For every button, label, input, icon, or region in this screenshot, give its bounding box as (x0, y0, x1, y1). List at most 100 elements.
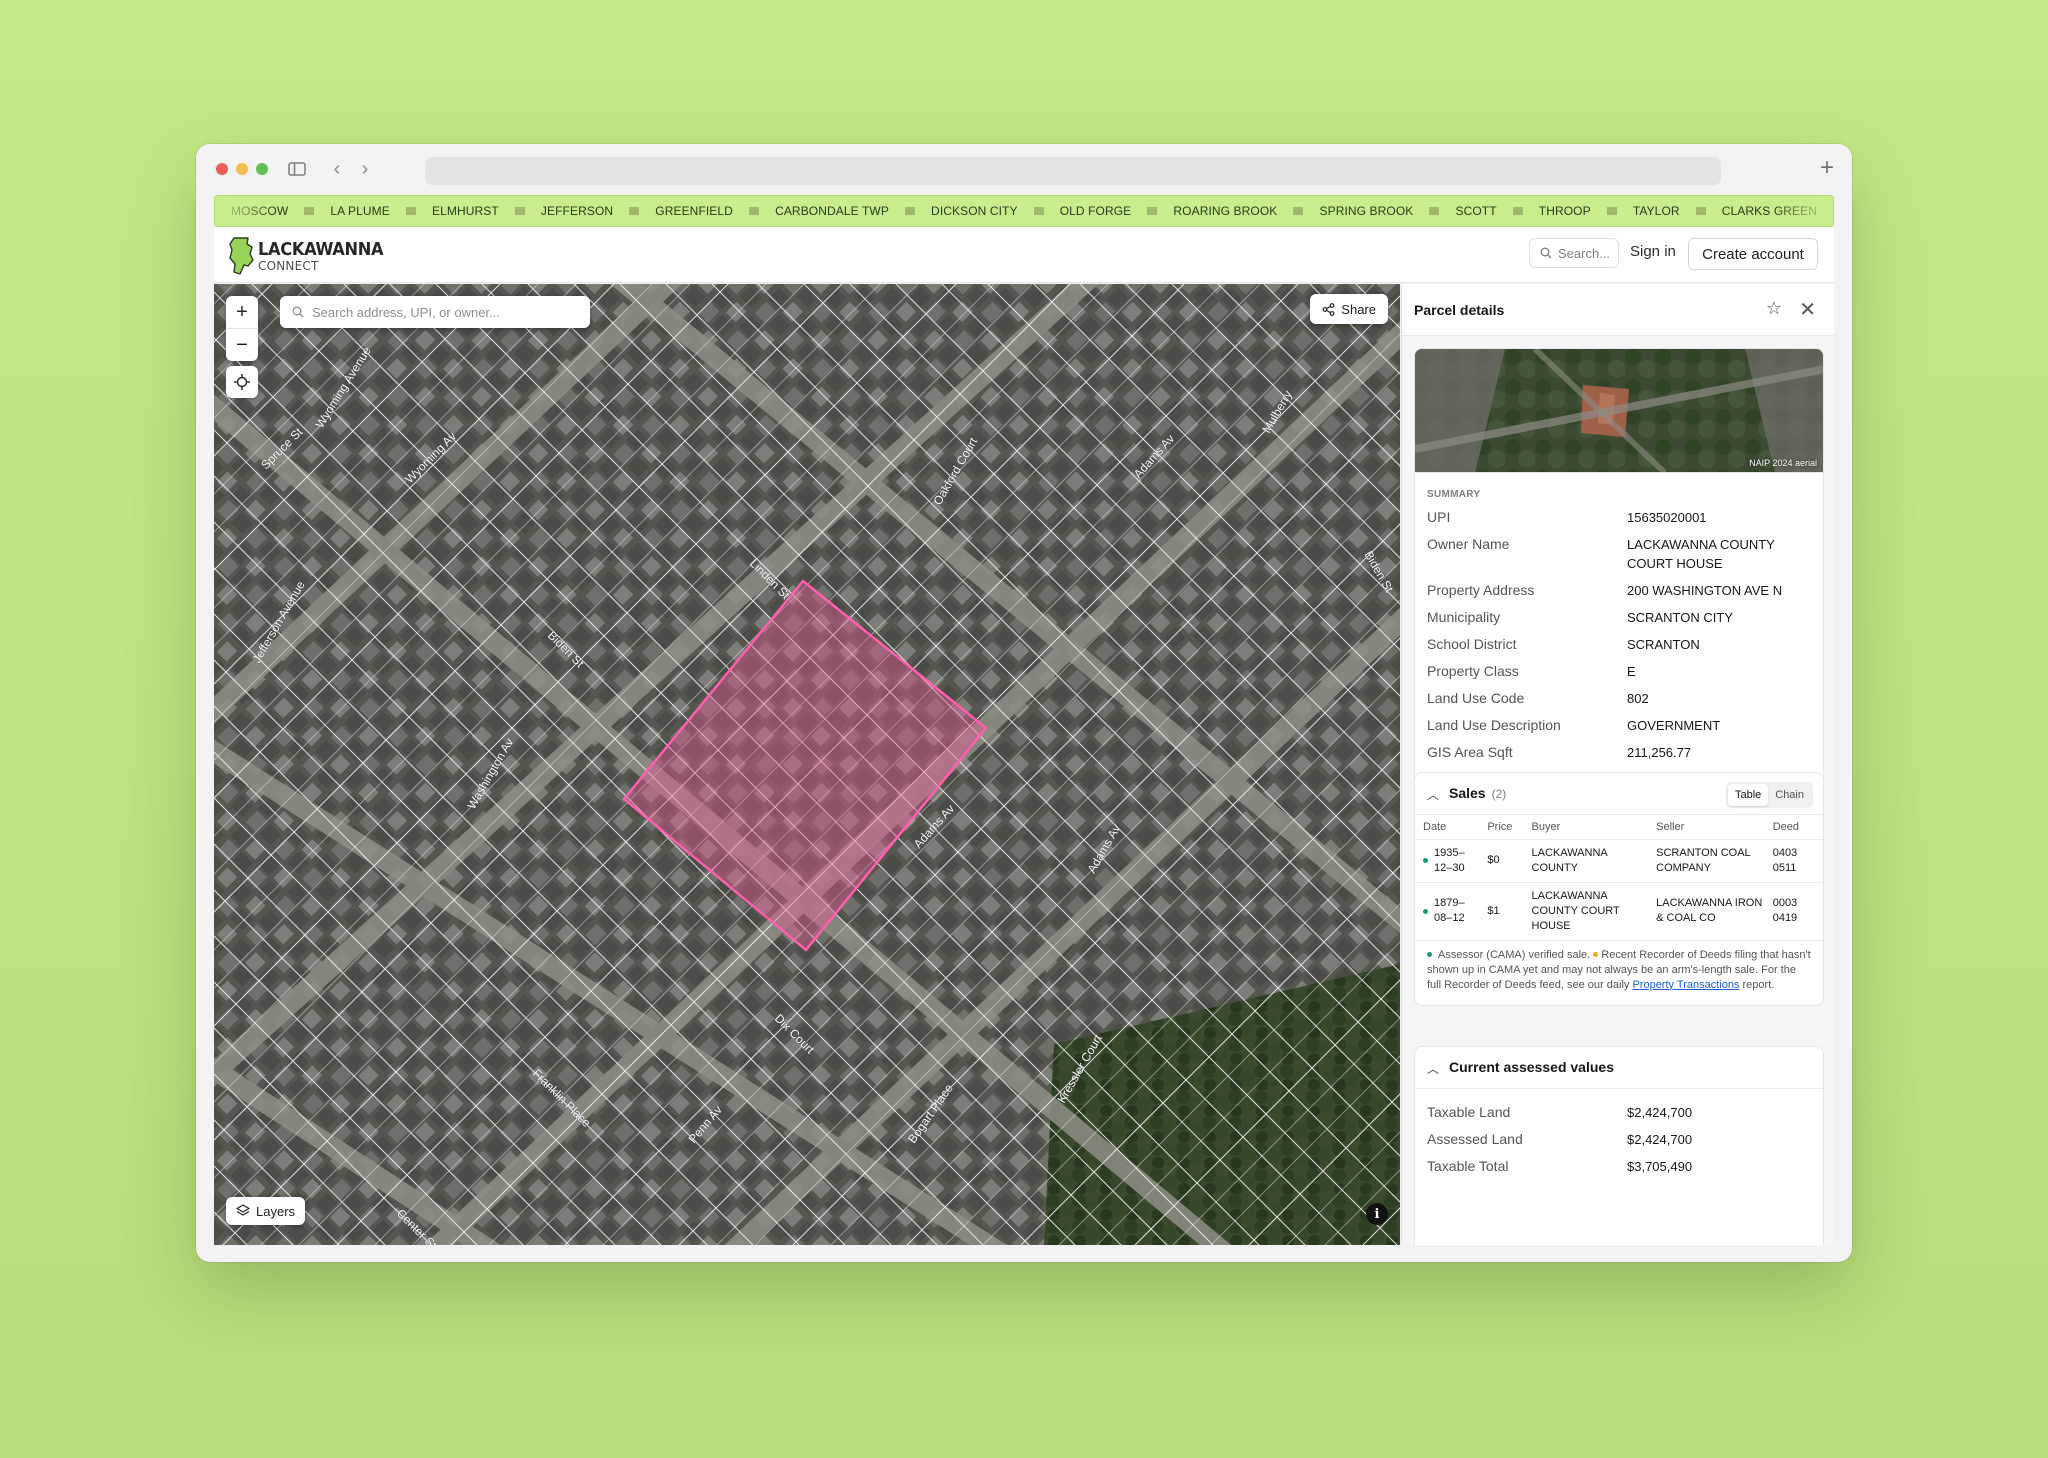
browser-window: ‹ › + MOSCOWLA PLUMEELMHURSTJEFFERSONGRE… (196, 144, 1852, 1262)
summary-row: Land Use Description GOVERNMENT (1415, 716, 1823, 735)
summary-key: School District (1427, 636, 1517, 652)
summary-value: 15635020001 (1627, 510, 1707, 525)
map-search-input[interactable]: Search address, UPI, or owner... (280, 296, 590, 328)
assessed-row: Taxable Total $3,705,490 (1415, 1157, 1823, 1176)
sales-cell-buyer: LACKAWANNA COUNTY (1527, 839, 1653, 883)
summary-row: School District SCRANTON (1415, 635, 1823, 654)
summary-value: SCRANTON (1627, 637, 1700, 652)
logo[interactable]: LACKAWANNA CONNECT (228, 236, 384, 276)
sign-in-link[interactable]: Sign in (1630, 243, 1676, 260)
tab-chain[interactable]: Chain (1768, 784, 1811, 806)
parcel-map[interactable]: Spruce St Wyoming Av Linden St Adams Av Bide… (214, 284, 1400, 1245)
panel-header: Parcel details ☆ ✕ (1402, 284, 1834, 336)
summary-key: Property Address (1427, 582, 1535, 598)
municipality-ticker: MOSCOWLA PLUMEELMHURSTJEFFERSONGREENFIEL… (214, 195, 1834, 227)
sales-row[interactable]: 1935–12–30 $0 LACKAWANNA COUNTY SCRANTON CO… (1415, 839, 1823, 883)
ticker-town[interactable]: JEFFERSON (525, 204, 629, 218)
summary-key: Property Class (1427, 663, 1519, 679)
sales-column-header: Price (1483, 815, 1528, 840)
layers-button[interactable]: Layers (226, 1197, 306, 1225)
crosshair-icon (234, 374, 250, 390)
new-tab-icon[interactable]: + (1814, 155, 1840, 181)
ticker-town[interactable]: TAYLOR (1617, 204, 1696, 218)
cama-verified-dot (1423, 908, 1428, 914)
summary-value: E (1627, 664, 1636, 679)
assessed-header[interactable]: ︿ Current assessed values (1415, 1047, 1823, 1089)
chevron-up-icon[interactable]: ︿ (1427, 1060, 1439, 1077)
tab-table[interactable]: Table (1727, 784, 1769, 806)
assessed-key: Assessed Land (1427, 1131, 1523, 1147)
address-bar[interactable] (425, 157, 1721, 185)
ticker-town[interactable]: CARBONDALE TWP (759, 204, 905, 218)
summary-row: Owner Name LACKAWANNA COUNTY COURT HOUSE (1415, 535, 1823, 573)
ticker-town[interactable]: ELMHURST (416, 204, 515, 218)
layers-icon (236, 1204, 250, 1216)
ticker-town[interactable]: OLD FORGE (1044, 204, 1148, 218)
header-search[interactable]: Search... (1529, 238, 1619, 268)
chevron-up-icon[interactable]: ︿ (1427, 786, 1439, 803)
share-button[interactable]: Share (1310, 294, 1388, 324)
sales-cell-date: 1879–08–12 (1415, 882, 1484, 941)
sales-card: ︿ Sales (2) Table Chain Date Price Buyer Sel… (1414, 772, 1824, 1006)
ticker-separator (1512, 207, 1523, 215)
sales-row[interactable]: 1879–08–12 $1 LACKAWANNA COUNTY COURT HOUS… (1415, 882, 1823, 941)
ticker-fade (215, 196, 275, 226)
locate-button[interactable] (226, 366, 258, 398)
ticker-separator (1293, 207, 1304, 215)
close-icon[interactable]: ✕ (1799, 297, 1816, 322)
summary-value: 200 WASHINGTON AVE N (1627, 583, 1783, 598)
sales-table: Date Price Buyer Seller Deed 1935–12–30 $0 LAC… (1415, 815, 1823, 941)
app-header: LACKAWANNA CONNECT Search... Sign in Cre… (214, 228, 1834, 283)
ticker-town[interactable]: ROARING BROOK (1157, 204, 1293, 218)
layers-label: Layers (256, 1203, 296, 1219)
county-map-icon (229, 237, 254, 275)
sales-note-end: report. (1742, 978, 1775, 991)
assessed-list: Taxable Land $2,424,700 Assessed Land $2,42… (1415, 1089, 1823, 1176)
forward-icon[interactable]: › (352, 156, 378, 182)
ticker-separator (1695, 207, 1706, 215)
maximize-window-button[interactable] (256, 163, 268, 175)
assessed-key: Taxable Land (1427, 1104, 1511, 1120)
assessed-values-card: ︿ Current assessed values Taxable Land $2… (1414, 1046, 1824, 1245)
info-icon[interactable]: i (1366, 1203, 1388, 1225)
sales-column-header: Date (1415, 815, 1484, 840)
aerial-map-canvas[interactable]: Spruce St Wyoming AvLinden StAdams AvBide… (214, 284, 1400, 1245)
ticker-town[interactable]: SCOTT (1439, 204, 1512, 218)
property-transactions-link[interactable]: Property Transactions (1632, 979, 1739, 991)
sales-cell-buyer: LACKAWANNA COUNTY COURT HOUSE (1527, 882, 1653, 941)
summary-value: 211,256.77 (1627, 745, 1692, 760)
map-search-placeholder: Search address, UPI, or owner... (312, 304, 500, 320)
summary-key: Land Use Code (1427, 690, 1525, 706)
sales-header[interactable]: ︿ Sales (2) Table Chain (1415, 773, 1823, 815)
create-account-button[interactable]: Create account (1688, 238, 1818, 270)
ticker-town[interactable]: SPRING BROOK (1303, 204, 1429, 218)
ticker-separator (1606, 207, 1617, 215)
aerial-thumbnail: NAIP 2024 aerial (1415, 349, 1823, 473)
ticker-town[interactable]: LA PLUME (314, 204, 406, 218)
summary-row: Municipality SCRANTON CITY (1415, 608, 1823, 627)
minimize-window-button[interactable] (236, 163, 248, 175)
sidebar-toggle-icon[interactable] (284, 156, 310, 182)
zoom-out-button[interactable]: − (226, 329, 258, 361)
panel-title: Parcel details (1414, 302, 1505, 318)
sales-cell-deed: 0403 0511 (1768, 839, 1823, 883)
star-icon[interactable]: ☆ (1766, 298, 1782, 319)
sales-cell-price: $1 (1483, 882, 1528, 941)
close-window-button[interactable] (216, 163, 228, 175)
sales-note-a: Assessor (CAMA) verified sale. (1438, 948, 1591, 961)
summary-row: GIS Area Sqft 211,256.77 (1415, 743, 1823, 762)
summary-key: Municipality (1427, 609, 1501, 625)
sales-title: Sales (1449, 785, 1486, 801)
zoom-in-button[interactable]: + (226, 296, 258, 328)
summary-value: SCRANTON CITY (1627, 610, 1733, 625)
ticker-separator (1429, 207, 1440, 215)
sales-column-header: Seller (1652, 815, 1769, 840)
assessed-title: Current assessed values (1449, 1059, 1614, 1075)
aerial-image (1415, 349, 1823, 472)
ticker-town[interactable]: GREENFIELD (639, 204, 749, 218)
ticker-town[interactable]: DICKSON CITY (915, 204, 1034, 218)
ticker-town[interactable]: THROOP (1523, 204, 1607, 218)
back-icon[interactable]: ‹ (324, 156, 350, 182)
search-icon (1540, 247, 1552, 259)
summary-key: Land Use Description (1427, 717, 1561, 733)
